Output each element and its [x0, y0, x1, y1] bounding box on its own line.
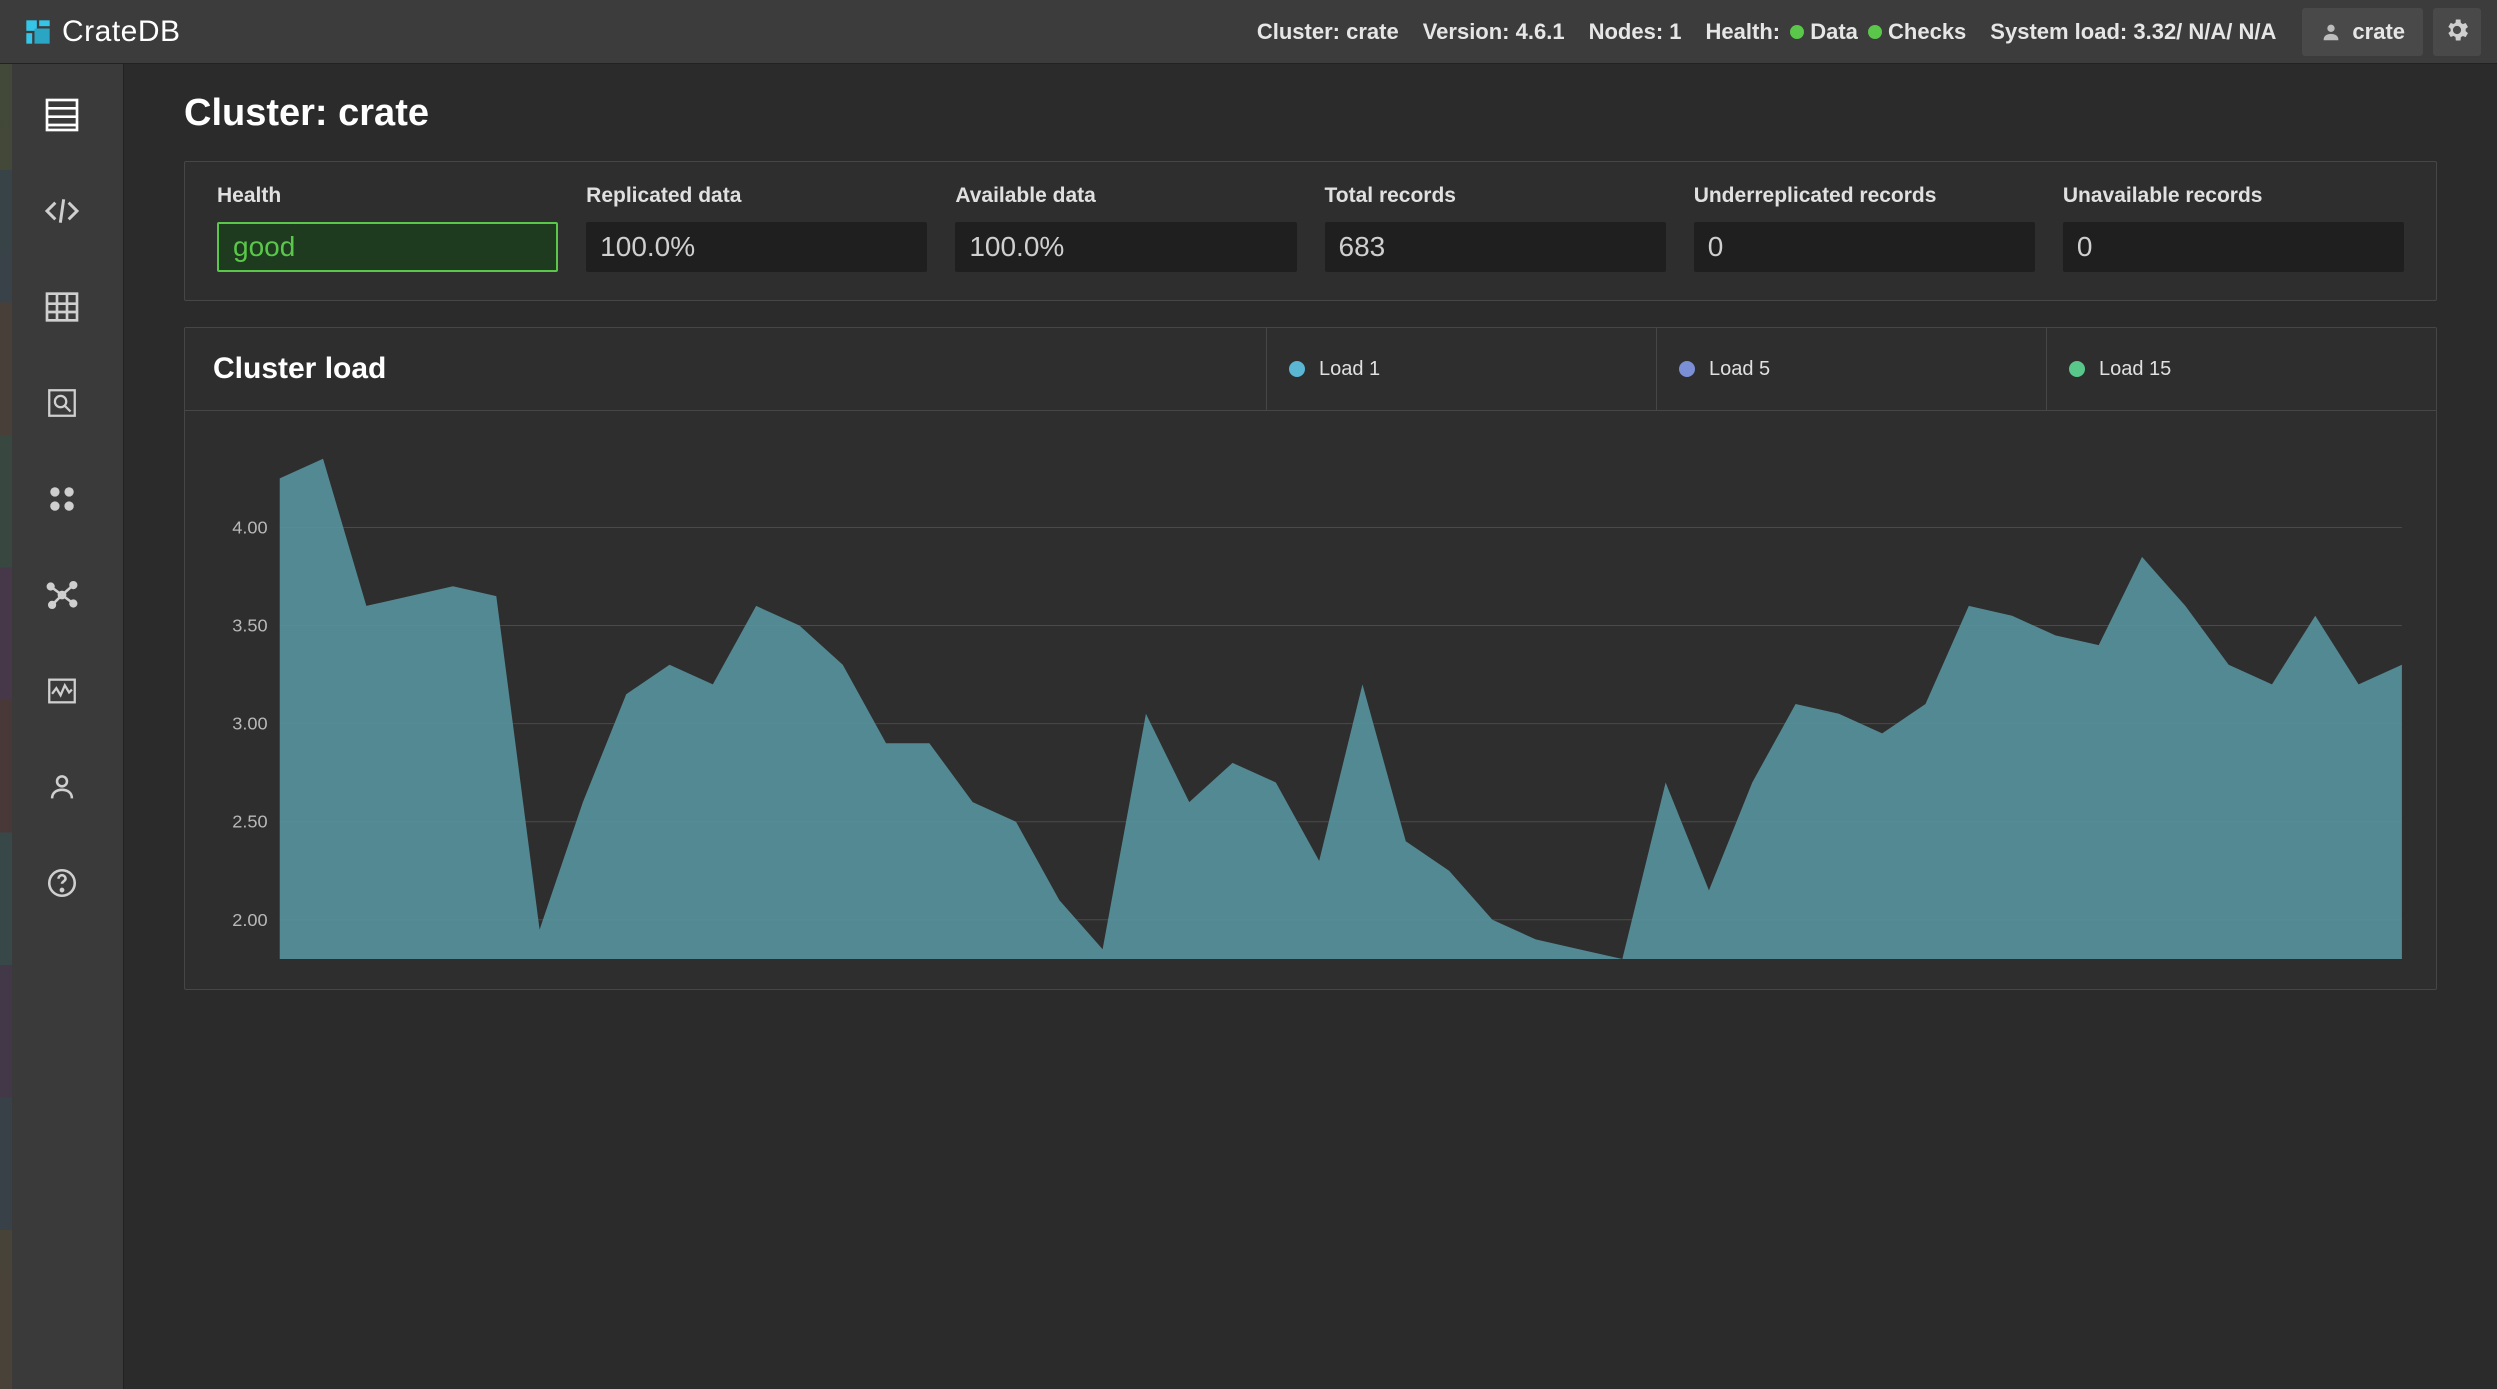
svg-text:3.50: 3.50	[232, 616, 267, 636]
nav-overview[interactable]	[38, 92, 86, 140]
metric-label: Total records	[1325, 184, 1666, 208]
page-title: Cluster: crate	[184, 92, 2437, 135]
nav-users[interactable]	[38, 764, 86, 812]
user-menu[interactable]: crate	[2302, 8, 2423, 56]
svg-text:2.50: 2.50	[232, 812, 267, 832]
metric-value-health: good	[217, 222, 558, 272]
metric-replicated: Replicated data 100.0%	[586, 184, 927, 272]
load-chart-svg: 2.00 2.50 3.00 3.50 4.00	[209, 439, 2412, 969]
cluster-load-title: Cluster load	[185, 328, 1266, 410]
logo-text: CrateDB	[62, 15, 181, 49]
legend-load5[interactable]: Load 5	[1656, 328, 2046, 410]
legend-dot-icon	[2069, 361, 2085, 377]
shards-icon	[45, 482, 79, 519]
health-data-dot-icon	[1790, 25, 1804, 39]
logo-mark-icon	[24, 18, 52, 46]
metric-value: 0	[1694, 222, 2035, 272]
status-cluster: Cluster: crate	[1257, 19, 1399, 45]
sidebar	[0, 64, 124, 1389]
cluster-load-chart: 2.00 2.50 3.00 3.50 4.00	[185, 411, 2436, 989]
metric-health: Health good	[217, 184, 558, 272]
legend-label: Load 5	[1709, 358, 1770, 381]
nav-shards[interactable]	[38, 476, 86, 524]
metric-label: Underreplicated records	[1694, 184, 2035, 208]
svg-text:2.00: 2.00	[232, 910, 267, 930]
nav-cluster[interactable]	[38, 572, 86, 620]
user-icon	[2320, 21, 2342, 43]
metric-label: Unavailable records	[2063, 184, 2404, 208]
main-content: Cluster: crate Health good Replicated da…	[124, 64, 2497, 1389]
code-icon	[42, 191, 82, 234]
username: crate	[2352, 19, 2405, 45]
legend-dot-icon	[1679, 361, 1695, 377]
svg-text:3.00: 3.00	[232, 714, 267, 734]
legend-load1[interactable]: Load 1	[1266, 328, 1656, 410]
legend-load15[interactable]: Load 15	[2046, 328, 2436, 410]
legend-label: Load 15	[2099, 358, 2171, 381]
metric-underreplicated: Underreplicated records 0	[1694, 184, 2035, 272]
topbar: CrateDB Cluster: crate Version: 4.6.1 No…	[0, 0, 2497, 64]
search-doc-icon	[45, 386, 79, 423]
nav-tables[interactable]	[38, 284, 86, 332]
cluster-load-panel: Cluster load Load 1 Load 5 Load 15	[184, 327, 2437, 990]
health-checks-dot-icon	[1868, 25, 1882, 39]
cluster-load-header: Cluster load Load 1 Load 5 Load 15	[185, 328, 2436, 411]
metric-total-records: Total records 683	[1325, 184, 1666, 272]
nav-console[interactable]	[38, 188, 86, 236]
metric-value: 100.0%	[586, 222, 927, 272]
graph-icon	[45, 578, 79, 615]
legend-label: Load 1	[1319, 358, 1380, 381]
status-health: Health: Data Checks	[1706, 19, 1967, 45]
metric-label: Replicated data	[586, 184, 927, 208]
status-nodes: Nodes: 1	[1589, 19, 1682, 45]
metric-value: 0	[2063, 222, 2404, 272]
overview-icon	[42, 95, 82, 138]
metric-available: Available data 100.0%	[955, 184, 1296, 272]
topbar-status-group: Cluster: crate Version: 4.6.1 Nodes: 1 H…	[1257, 19, 2289, 45]
metric-unavailable: Unavailable records 0	[2063, 184, 2404, 272]
table-icon	[42, 287, 82, 330]
metric-label: Available data	[955, 184, 1296, 208]
metrics-panel: Health good Replicated data 100.0% Avail…	[184, 161, 2437, 301]
monitor-icon	[45, 674, 79, 711]
logo[interactable]: CrateDB	[24, 15, 181, 49]
settings-button[interactable]	[2433, 8, 2481, 56]
metric-label: Health	[217, 184, 558, 208]
status-version: Version: 4.6.1	[1423, 19, 1565, 45]
gear-icon	[2443, 16, 2471, 47]
svg-text:4.00: 4.00	[232, 518, 267, 538]
person-icon	[45, 770, 79, 807]
status-sysload: System load: 3.32/ N/A/ N/A	[1990, 19, 2276, 45]
nav-monitoring[interactable]	[38, 668, 86, 716]
help-icon	[45, 866, 79, 903]
nav-help[interactable]	[38, 860, 86, 908]
nav-views[interactable]	[38, 380, 86, 428]
metric-value: 683	[1325, 222, 1666, 272]
legend-dot-icon	[1289, 361, 1305, 377]
metric-value: 100.0%	[955, 222, 1296, 272]
